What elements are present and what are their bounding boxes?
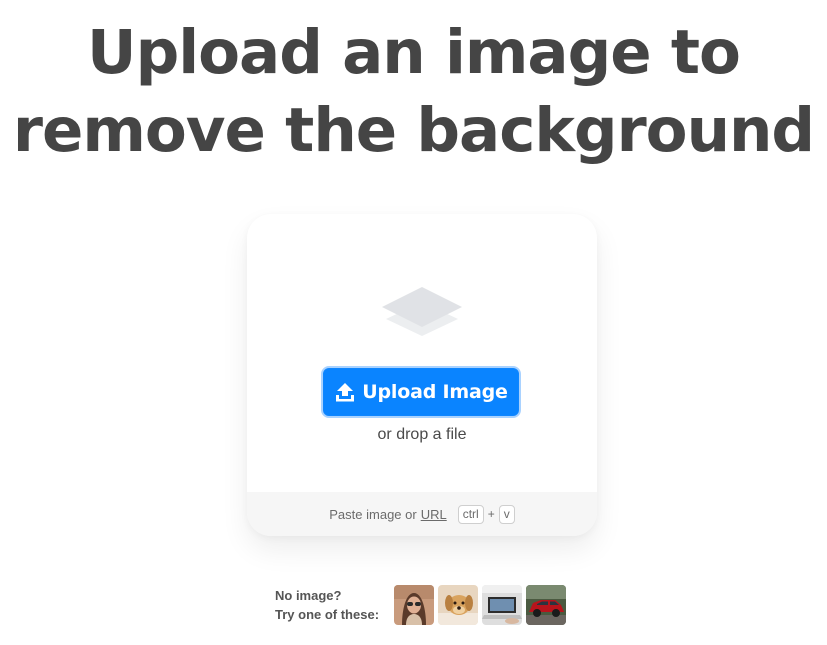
upload-card[interactable]: Upload Image or drop a file Paste image … — [247, 214, 597, 536]
page-title-line-2: remove the background — [12, 95, 815, 166]
sample-images-label: No image? Try one of these: — [275, 586, 394, 624]
sample-thumb-woman[interactable] — [394, 585, 434, 625]
kbd-ctrl: ctrl — [457, 504, 484, 524]
kbd-v: v — [498, 504, 515, 524]
sample-thumb-dog[interactable] — [438, 585, 478, 625]
paste-bar: Paste image or URL ctrl + v — [247, 492, 597, 536]
sample-thumb-car[interactable] — [526, 585, 566, 625]
sample-label-line-1: No image? — [275, 588, 342, 603]
upload-button-label: Upload Image — [362, 381, 508, 403]
sample-label-line-2: Try one of these: — [275, 607, 380, 622]
page-title: Upload an image to remove the background — [0, 14, 827, 170]
sample-images: No image? Try one of these: — [275, 584, 566, 626]
sample-thumbnails — [394, 585, 566, 625]
upload-image-button[interactable]: Upload Image — [321, 366, 521, 418]
page-title-line-1: Upload an image to — [87, 17, 741, 88]
drop-file-text: or drop a file — [377, 426, 467, 443]
upload-icon — [336, 383, 355, 402]
sample-thumb-laptop[interactable] — [482, 585, 522, 625]
kbd-plus: + — [487, 507, 495, 521]
paste-url-link[interactable]: URL — [421, 507, 447, 522]
layers-icon — [382, 287, 462, 336]
paste-prefix-text: Paste image or — [329, 506, 417, 522]
